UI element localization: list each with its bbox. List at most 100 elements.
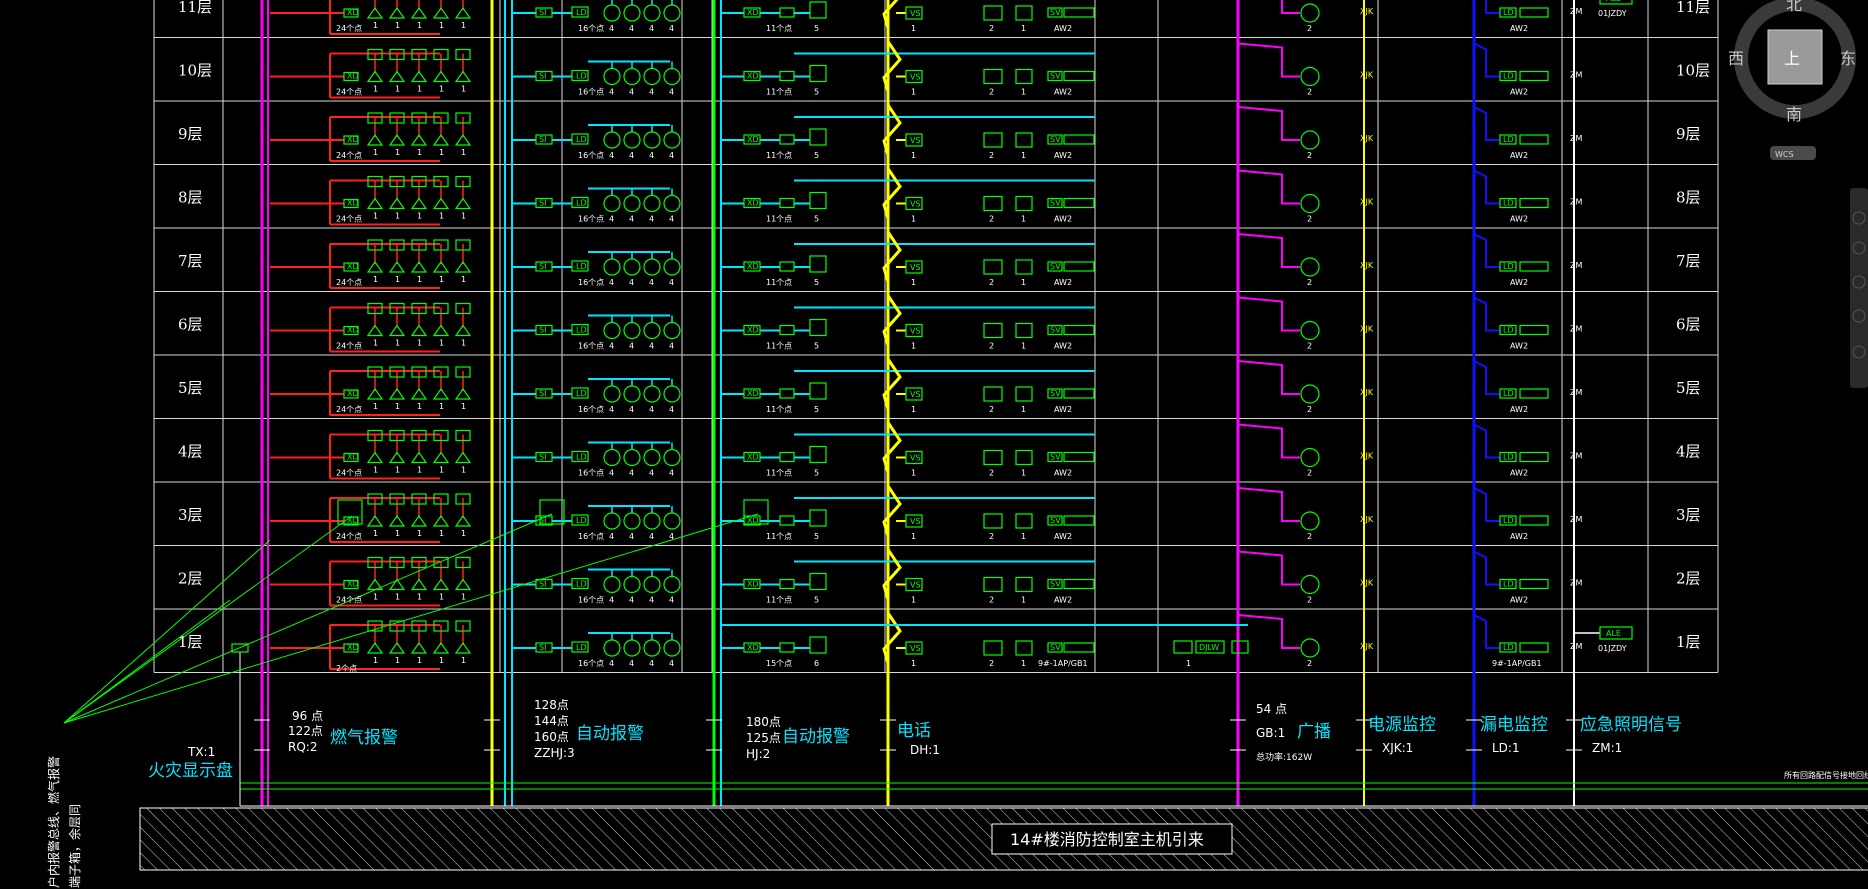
fa-count: 4 (609, 24, 614, 33)
em-system-name: 应急照明信号 (1580, 715, 1682, 735)
bc-value: 2 (989, 532, 994, 541)
ld-device-label: AW2 (1510, 215, 1528, 224)
block-tag: LD (1503, 580, 1514, 589)
em-tag: ZM (1570, 325, 1582, 334)
gas-count: 1 (373, 529, 378, 538)
tel-value: 1 (911, 596, 916, 605)
block-tag: SI (539, 8, 546, 17)
auto1-system-name: 自动报警 (576, 724, 644, 744)
fa-count: 4 (649, 24, 654, 33)
bc-count: GB:1 (1256, 726, 1285, 740)
gas-count: 1 (395, 656, 400, 665)
gas-count: 1 (439, 212, 444, 221)
fa-count: 4 (629, 659, 634, 668)
auto1-points-1: 128点 (534, 698, 569, 712)
block-tag: SI (539, 135, 546, 144)
em-tag: ZM (1570, 515, 1582, 524)
block-tag: SV (1050, 580, 1061, 589)
ld-device-label: AW2 (1510, 278, 1528, 287)
block-tag: LD (1503, 72, 1514, 81)
pm-tag: XJK (1360, 642, 1374, 651)
fa-count: 4 (609, 88, 614, 97)
bc-device-label: AW2 (1054, 469, 1072, 478)
fa-count: 4 (609, 215, 614, 224)
block-tag: VS (910, 390, 921, 399)
fa-count: 4 (609, 659, 614, 668)
floor-label-right: 10层 (1676, 61, 1710, 79)
fa-count: 4 (669, 278, 674, 287)
block-tag: SI (539, 643, 546, 652)
gas-points-label: 24个点 (336, 278, 362, 287)
gas-count: 1 (373, 402, 378, 411)
ld-device-label: AW2 (1510, 24, 1528, 33)
auto2-points-label: 11个点 (766, 278, 792, 287)
block-tag: XD (747, 389, 759, 398)
fa-count: 4 (629, 469, 634, 478)
fa-count: 4 (629, 88, 634, 97)
ld-count: LD:1 (1492, 741, 1520, 755)
pm-count: XJK:1 (1382, 741, 1413, 755)
gas-count: 1 (373, 85, 378, 94)
fa-count: 4 (649, 215, 654, 224)
compass-west: 西 (1728, 49, 1744, 68)
gas-count: 1 (439, 275, 444, 284)
floor-label-right: 4层 (1676, 442, 1701, 460)
bc-value: 1 (1021, 215, 1026, 224)
auto2-value: 5 (814, 278, 819, 287)
ld-device-label: AW2 (1510, 405, 1528, 414)
block-tag: XD (347, 389, 359, 398)
fa-count: 4 (629, 215, 634, 224)
fa-count: 4 (649, 469, 654, 478)
auto2-value: 6 (814, 659, 819, 668)
block-tag: LD (1503, 453, 1514, 462)
block-tag: SV (1050, 72, 1061, 81)
bc-device-label: AW2 (1054, 88, 1072, 97)
block-tag: VS (910, 327, 921, 336)
auto2-value: 5 (814, 596, 819, 605)
pm-tag: XJK (1360, 388, 1374, 397)
bc-value: 1 (1021, 342, 1026, 351)
block-tag: XD (347, 199, 359, 208)
speaker-count: 2 (1307, 88, 1312, 97)
bc-device-label: AW2 (1054, 405, 1072, 414)
gas-count: 1 (395, 275, 400, 284)
bc-device-label: AW2 (1054, 278, 1072, 287)
gas-points-label: 24个点 (336, 469, 362, 478)
gas-points-label: 24个点 (336, 151, 362, 160)
auto2-points-label: 11个点 (766, 532, 792, 541)
navigation-bar[interactable] (1850, 188, 1868, 388)
auto2-points-label: 11个点 (766, 469, 792, 478)
block-tag: SI (539, 262, 546, 271)
gas-points-label: 24个点 (336, 215, 362, 224)
block-tag: LD (576, 326, 587, 335)
gas-count: 1 (373, 656, 378, 665)
floor-label-left: 10层 (178, 61, 212, 79)
block-tag: VS (910, 644, 921, 653)
block-tag: XD (347, 326, 359, 335)
block-tag: XD (347, 72, 359, 81)
auto2-value: 5 (814, 405, 819, 414)
fa-count: 4 (669, 215, 674, 224)
block-tag: SI (539, 199, 546, 208)
fa-points-label: 16个点 (578, 342, 604, 351)
floor-label-right: 11层 (1676, 0, 1710, 16)
gas-points-label: 24个点 (336, 24, 362, 33)
ld-device-label: AW2 (1510, 342, 1528, 351)
block-tag: LD (576, 135, 587, 144)
gas-count: 1 (461, 212, 466, 221)
fa-count: 4 (629, 278, 634, 287)
floor-label-left: 9层 (178, 125, 203, 143)
bc-value: 2 (989, 151, 994, 160)
cad-riser-diagram[interactable]: XD 1 1 1 1 1 24个点 SI LD 4 4 4 4 16个点 XD 11个点 5 VS 1 2 1 SV AW2… (0, 0, 1868, 889)
fa-count: 4 (649, 532, 654, 541)
gas-count: 1 (461, 339, 466, 348)
gas-count: 1 (417, 21, 422, 30)
block-tag: LD (1503, 389, 1514, 398)
bc-value: 2 (989, 24, 994, 33)
compass-center: 上 (1784, 49, 1800, 68)
auto2-value: 5 (814, 215, 819, 224)
pm-tag: XJK (1360, 325, 1374, 334)
block-tag: SV (1050, 643, 1061, 652)
em-box-name: 01JZDY (1598, 9, 1627, 18)
tel-value: 1 (911, 469, 916, 478)
